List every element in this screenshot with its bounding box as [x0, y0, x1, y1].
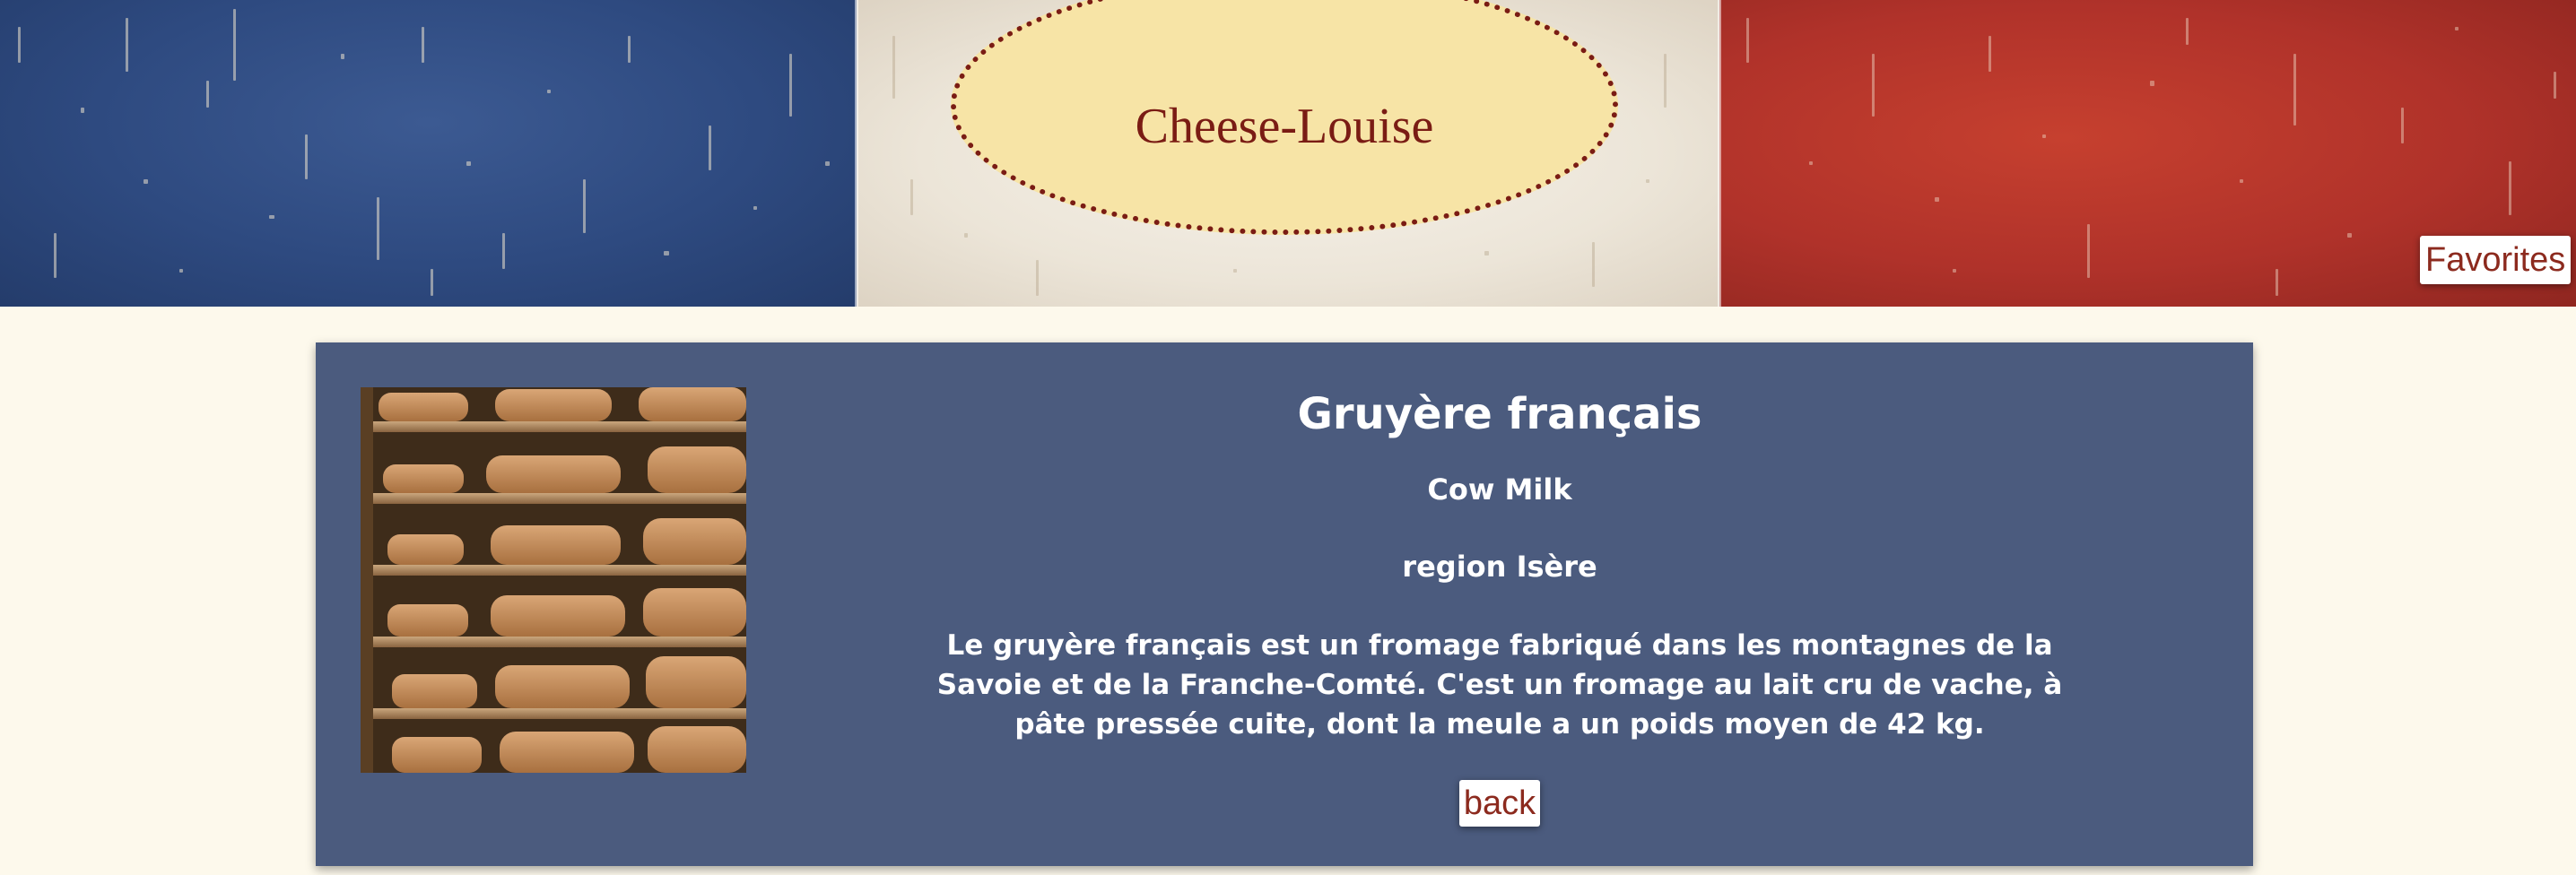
cheese-name: Gruyère français: [1297, 389, 1702, 439]
site-logo-text: Cheese-Louise: [1135, 99, 1434, 154]
back-button[interactable]: back: [1458, 780, 1541, 827]
cheese-wheels-illustration: [361, 387, 746, 773]
cheese-detail-card: Gruyère français Cow Milk region Isère L…: [316, 342, 2253, 866]
cheese-description: Le gruyère français est un fromage fabri…: [936, 629, 2063, 741]
cheese-region: region Isère: [1402, 550, 1597, 584]
cheese-info: Gruyère français Cow Milk region Isère L…: [800, 378, 2199, 827]
page: Cheese-Louise Favorites Gruyère français…: [0, 0, 2576, 875]
flag-divider: [1718, 0, 1721, 307]
cheese-image: [361, 387, 746, 773]
flag-stripe-blue: [0, 0, 857, 307]
cheese-milk-type: Cow Milk: [1427, 472, 1572, 507]
favorites-button[interactable]: Favorites: [2420, 236, 2572, 284]
flag-divider: [855, 0, 858, 307]
